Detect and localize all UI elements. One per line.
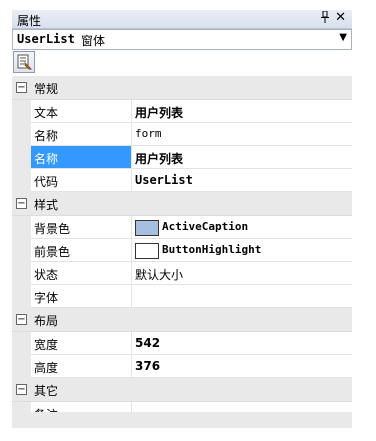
row-gutter (12, 146, 31, 169)
property-value: ActiveCaption (162, 220, 249, 233)
row-gutter (12, 355, 31, 378)
property-row[interactable]: 名称 用户列表 (12, 146, 352, 169)
row-gutter (12, 123, 31, 146)
property-grid: − 常规 文本 用户列表 名称 form 名称 用户列表 代码 UserList − 样式 背景色 Act… (12, 76, 352, 425)
category-label: 样式 (34, 198, 59, 212)
property-value-cell[interactable]: ActiveCaption (132, 216, 352, 239)
property-name: 代码 (34, 175, 59, 189)
row-gutter (12, 216, 31, 239)
collapse-icon[interactable]: − (16, 314, 27, 325)
property-value-cell[interactable]: 542 (132, 332, 352, 355)
property-name: 前景色 (34, 245, 71, 259)
color-swatch[interactable] (135, 243, 159, 259)
object-type: 窗体 (81, 34, 106, 48)
property-name-cell[interactable]: 背景色 (31, 216, 132, 239)
property-name: 高度 (34, 361, 59, 375)
property-name-cell[interactable]: 状态 (31, 262, 132, 285)
property-row[interactable]: 宽度 542 (12, 332, 352, 355)
property-name: 名称 (34, 152, 59, 166)
property-name-cell[interactable]: 代码 (31, 169, 132, 192)
property-value: 用户列表 (135, 152, 184, 166)
property-pages-icon (17, 54, 33, 70)
property-value: 默认大小 (135, 268, 184, 282)
property-name-cell[interactable]: 名称 (31, 146, 132, 169)
property-name: 背景色 (34, 222, 71, 236)
property-value-cell[interactable]: ButtonHighlight (132, 239, 352, 262)
category-header[interactable]: − 样式 (12, 192, 352, 216)
row-gutter (12, 285, 31, 308)
property-row[interactable]: 前景色 ButtonHighlight (12, 239, 352, 262)
category-header[interactable]: − 常规 (12, 76, 352, 100)
property-name: 文本 (34, 106, 59, 120)
property-name: 宽度 (34, 338, 59, 352)
properties-panel: 属性 ✕ UserList 窗体 ▼ − 常规 文本 用户列表 名称 form 名称 用户列表… (12, 10, 352, 428)
dropdown-arrow-icon[interactable]: ▼ (339, 32, 347, 43)
row-gutter (12, 169, 31, 192)
close-icon[interactable]: ✕ (335, 10, 346, 25)
row-gutter (12, 100, 31, 123)
property-name-cell[interactable]: 名称 (31, 123, 132, 146)
property-row[interactable]: 状态 默认大小 (12, 262, 352, 285)
property-name-cell[interactable]: 宽度 (31, 332, 132, 355)
property-value: 542 (135, 336, 161, 350)
category-header[interactable]: − 其它 (12, 378, 352, 402)
property-value-cell[interactable]: 用户列表 (132, 100, 352, 123)
property-name-cell[interactable]: 高度 (31, 355, 132, 378)
property-pages-button[interactable] (13, 51, 35, 73)
property-value-cell[interactable] (132, 285, 352, 308)
property-name: 名称 (34, 129, 59, 143)
row-gutter (12, 239, 31, 262)
property-value: form (135, 127, 162, 140)
category-label: 布局 (34, 314, 59, 328)
property-row[interactable]: 名称 form (12, 123, 352, 146)
category-label: 常规 (34, 82, 59, 96)
property-row[interactable]: 代码 UserList (12, 169, 352, 192)
property-name: 状态 (34, 268, 59, 282)
color-swatch[interactable] (135, 220, 159, 236)
property-name: 字体 (34, 291, 59, 305)
collapse-icon[interactable]: − (16, 198, 27, 209)
property-name-cell[interactable]: 文本 (31, 100, 132, 123)
property-row[interactable]: 字体 (12, 285, 352, 308)
row-gutter (12, 332, 31, 355)
description-area (12, 412, 352, 428)
toolbar (12, 50, 352, 74)
property-value-cell[interactable]: 用户列表 (132, 146, 352, 169)
category-header[interactable]: − 布局 (12, 308, 352, 332)
panel-title: 属性 (17, 14, 42, 28)
property-value: 用户列表 (135, 106, 184, 120)
category-label: 其它 (34, 384, 59, 398)
property-value-cell[interactable]: form (132, 123, 352, 146)
collapse-icon[interactable]: − (16, 82, 27, 93)
property-value: ButtonHighlight (162, 243, 262, 256)
panel-titlebar: 属性 ✕ (12, 10, 352, 29)
property-value-cell[interactable]: 376 (132, 355, 352, 378)
object-name: UserList (17, 32, 75, 46)
property-value-cell[interactable]: 默认大小 (132, 262, 352, 285)
property-row[interactable]: 背景色 ActiveCaption (12, 216, 352, 239)
property-name-cell[interactable]: 字体 (31, 285, 132, 308)
row-gutter (12, 262, 31, 285)
property-value-cell[interactable]: UserList (132, 169, 352, 192)
property-value: UserList (135, 173, 193, 187)
pin-icon[interactable] (320, 10, 330, 26)
property-name-cell[interactable]: 前景色 (31, 239, 132, 262)
property-value: 376 (135, 359, 161, 373)
property-row[interactable]: 文本 用户列表 (12, 100, 352, 123)
property-row[interactable]: 高度 376 (12, 355, 352, 378)
collapse-icon[interactable]: − (16, 384, 27, 395)
object-selector[interactable]: UserList 窗体 ▼ (12, 29, 352, 50)
